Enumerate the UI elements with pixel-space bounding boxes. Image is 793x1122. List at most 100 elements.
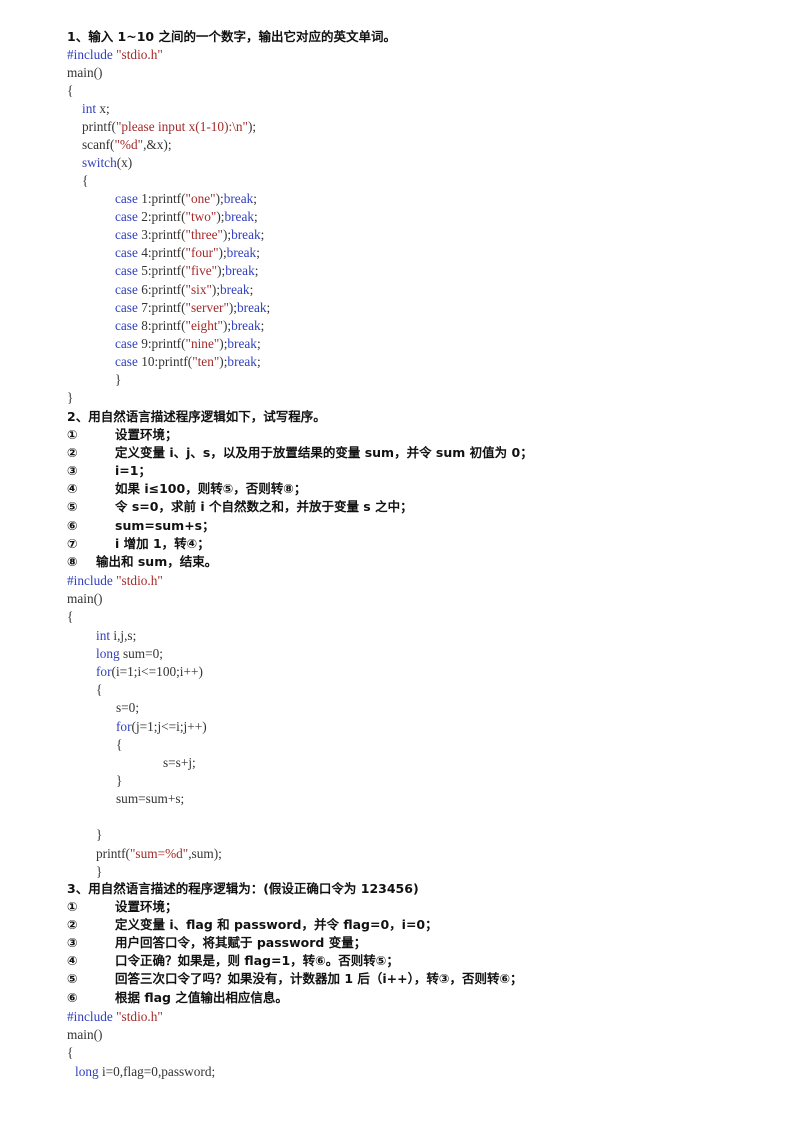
code-line-for-outer: for(i=1;i<=100;i++) xyxy=(96,663,203,681)
code-text: i,j,s; xyxy=(110,628,137,643)
step-number: ⑦ xyxy=(67,535,78,551)
keyword: case xyxy=(115,227,138,243)
code-text: ); xyxy=(222,227,232,243)
keyword: case xyxy=(115,353,138,369)
step-text: 口令正确？如果是，则 flag=1，转⑥。否则转⑤； xyxy=(115,953,399,969)
step-text: 回答三次口令了吗？如果没有，计数器加 1 后（i++），转③，否则转⑥； xyxy=(115,971,523,987)
string-literal: "stdio.h" xyxy=(112,573,163,588)
code-text: ; xyxy=(266,299,271,315)
keyword: break xyxy=(225,263,255,279)
code-text: 1:printf( xyxy=(137,191,186,206)
step-text: 如果 i≤100，则转⑤，否则转⑧； xyxy=(115,481,307,497)
step-item: ③ i=1； xyxy=(67,462,151,480)
step-item: ④ 口令正确？如果是，则 flag=1，转⑥。否则转⑤； xyxy=(67,952,399,970)
step-item: ③ 用户回答口令，将其赋于 password 变量； xyxy=(67,934,366,952)
step-item: ④ 如果 i≤100，则转⑤，否则转⑧； xyxy=(67,480,306,498)
step-text: 设置环境； xyxy=(115,427,178,442)
step-item: ⑦ i 增加 1，转④； xyxy=(67,535,210,553)
step-text: i 增加 1，转④； xyxy=(115,535,210,551)
code-line-main: main() xyxy=(67,591,103,606)
code-line-case: case 4:printf("four");break; xyxy=(115,244,260,262)
code-line-case: case 2:printf("two");break; xyxy=(115,208,258,226)
string-literal: "two" xyxy=(185,209,217,225)
document-page: 1、输入 1~10 之间的一个数字，输出它对应的英文单词。 #include "… xyxy=(0,0,793,1122)
code-line-include: #include "stdio.h" xyxy=(67,1008,163,1026)
string-literal: "sum=%d" xyxy=(129,846,189,861)
step-number: ② xyxy=(67,445,78,461)
code-text: ); xyxy=(228,299,237,315)
code-line-include: #include "stdio.h" xyxy=(67,572,163,590)
code-text: ; xyxy=(260,227,265,243)
code-text: ; xyxy=(249,281,254,297)
step-text: 定义变量 i、flag 和 password，并令 flag=0，i=0； xyxy=(115,917,438,933)
string-literal: "eight" xyxy=(185,317,223,333)
step-item: ⑤ 令 s=0，求前 i 个自然数之和，并放于变量 s 之中； xyxy=(67,498,413,516)
section2-title: 2、用自然语言描述程序逻辑如下，试写程序。 xyxy=(67,409,326,424)
code-text: sum=0; xyxy=(119,646,163,661)
code-line-case: case 8:printf("eight");break; xyxy=(115,317,264,335)
code-text: ; xyxy=(260,317,265,333)
code-text: printf( xyxy=(96,846,130,861)
keyword: int xyxy=(82,101,97,116)
keyword: break xyxy=(223,191,254,206)
code-line-sum-add: sum=sum+s; xyxy=(116,791,185,806)
section3-title: 3、用自然语言描述的程序逻辑为：(假设正确口令为 123456) xyxy=(67,881,419,896)
keyword: break xyxy=(227,335,257,351)
keyword: break xyxy=(220,281,250,297)
string-literal: "five" xyxy=(185,263,218,279)
code-text: 8:printf( xyxy=(137,317,186,333)
code-text: 2:printf( xyxy=(137,209,186,225)
step-number: ② xyxy=(67,917,78,933)
step-number: ③ xyxy=(67,463,78,479)
code-line-case: case 10:printf("ten");break; xyxy=(115,353,261,371)
keyword: break xyxy=(224,209,254,225)
step-item: ② 定义变量 i、j、s，以及用于放置结果的变量 sum，并令 sum 初值为 0… xyxy=(67,444,533,462)
string-literal: "six" xyxy=(185,281,212,297)
string-literal: "%d" xyxy=(114,137,144,152)
step-item: ① 设置环境； xyxy=(67,898,178,916)
preprocessor-keyword: #include xyxy=(67,573,113,588)
keyword: long xyxy=(96,646,120,661)
code-line-case: case 6:printf("six");break; xyxy=(115,281,253,299)
code-text: (x) xyxy=(116,155,133,170)
step-item: ⑥ sum=sum+s； xyxy=(67,517,215,535)
code-line-s-add: s=s+j; xyxy=(163,755,196,770)
step-item: ⑥ 根据 flag 之值输出相应信息。 xyxy=(67,989,288,1007)
step-text: 用户回答口令，将其赋于 password 变量； xyxy=(115,935,367,951)
code-line-include: #include "stdio.h" xyxy=(67,46,163,64)
code-text: ); xyxy=(247,119,257,134)
keyword: for xyxy=(96,664,112,679)
code-line-case: case 1:printf("one");break; xyxy=(115,190,257,208)
step-text: 根据 flag 之值输出相应信息。 xyxy=(115,989,288,1005)
code-line-open-brace: { xyxy=(67,609,74,624)
preprocessor-keyword: #include xyxy=(67,1009,113,1024)
keyword: break xyxy=(226,245,257,261)
code-text: ; xyxy=(256,335,261,351)
keyword: case xyxy=(115,263,138,279)
keyword: switch xyxy=(82,155,117,170)
string-literal: "one" xyxy=(185,191,216,206)
code-line-declaration: long i=0,flag=0,password; xyxy=(75,1063,215,1081)
keyword: break xyxy=(237,299,267,315)
keyword: break xyxy=(227,353,257,369)
code-text: (i=1;i<=100;i++) xyxy=(111,664,203,679)
code-text: (j=1;j<=i;j++) xyxy=(131,719,207,734)
code-text: 10:printf( xyxy=(137,353,193,369)
step-number: ④ xyxy=(67,481,78,497)
step-item: ② 定义变量 i、flag 和 password，并令 flag=0，i=0； xyxy=(67,916,438,934)
code-line-case: case 3:printf("three");break; xyxy=(115,226,264,244)
code-text: 6:printf( xyxy=(137,281,186,297)
code-line-switch-open: { xyxy=(82,173,89,188)
keyword: int xyxy=(96,628,111,643)
step-number: ③ xyxy=(67,935,78,951)
string-literal: "ten" xyxy=(192,353,220,369)
code-line-for-inner-open: { xyxy=(116,737,123,752)
keyword: long xyxy=(75,1064,99,1079)
code-line-open-brace: { xyxy=(67,1045,74,1060)
code-line-case: case 5:printf("five");break; xyxy=(115,262,258,280)
keyword: case xyxy=(115,281,138,297)
code-text: 4:printf( xyxy=(137,245,186,261)
code-line-main: main() xyxy=(67,65,103,80)
code-text: printf( xyxy=(82,119,116,134)
code-text: ); xyxy=(217,263,226,279)
